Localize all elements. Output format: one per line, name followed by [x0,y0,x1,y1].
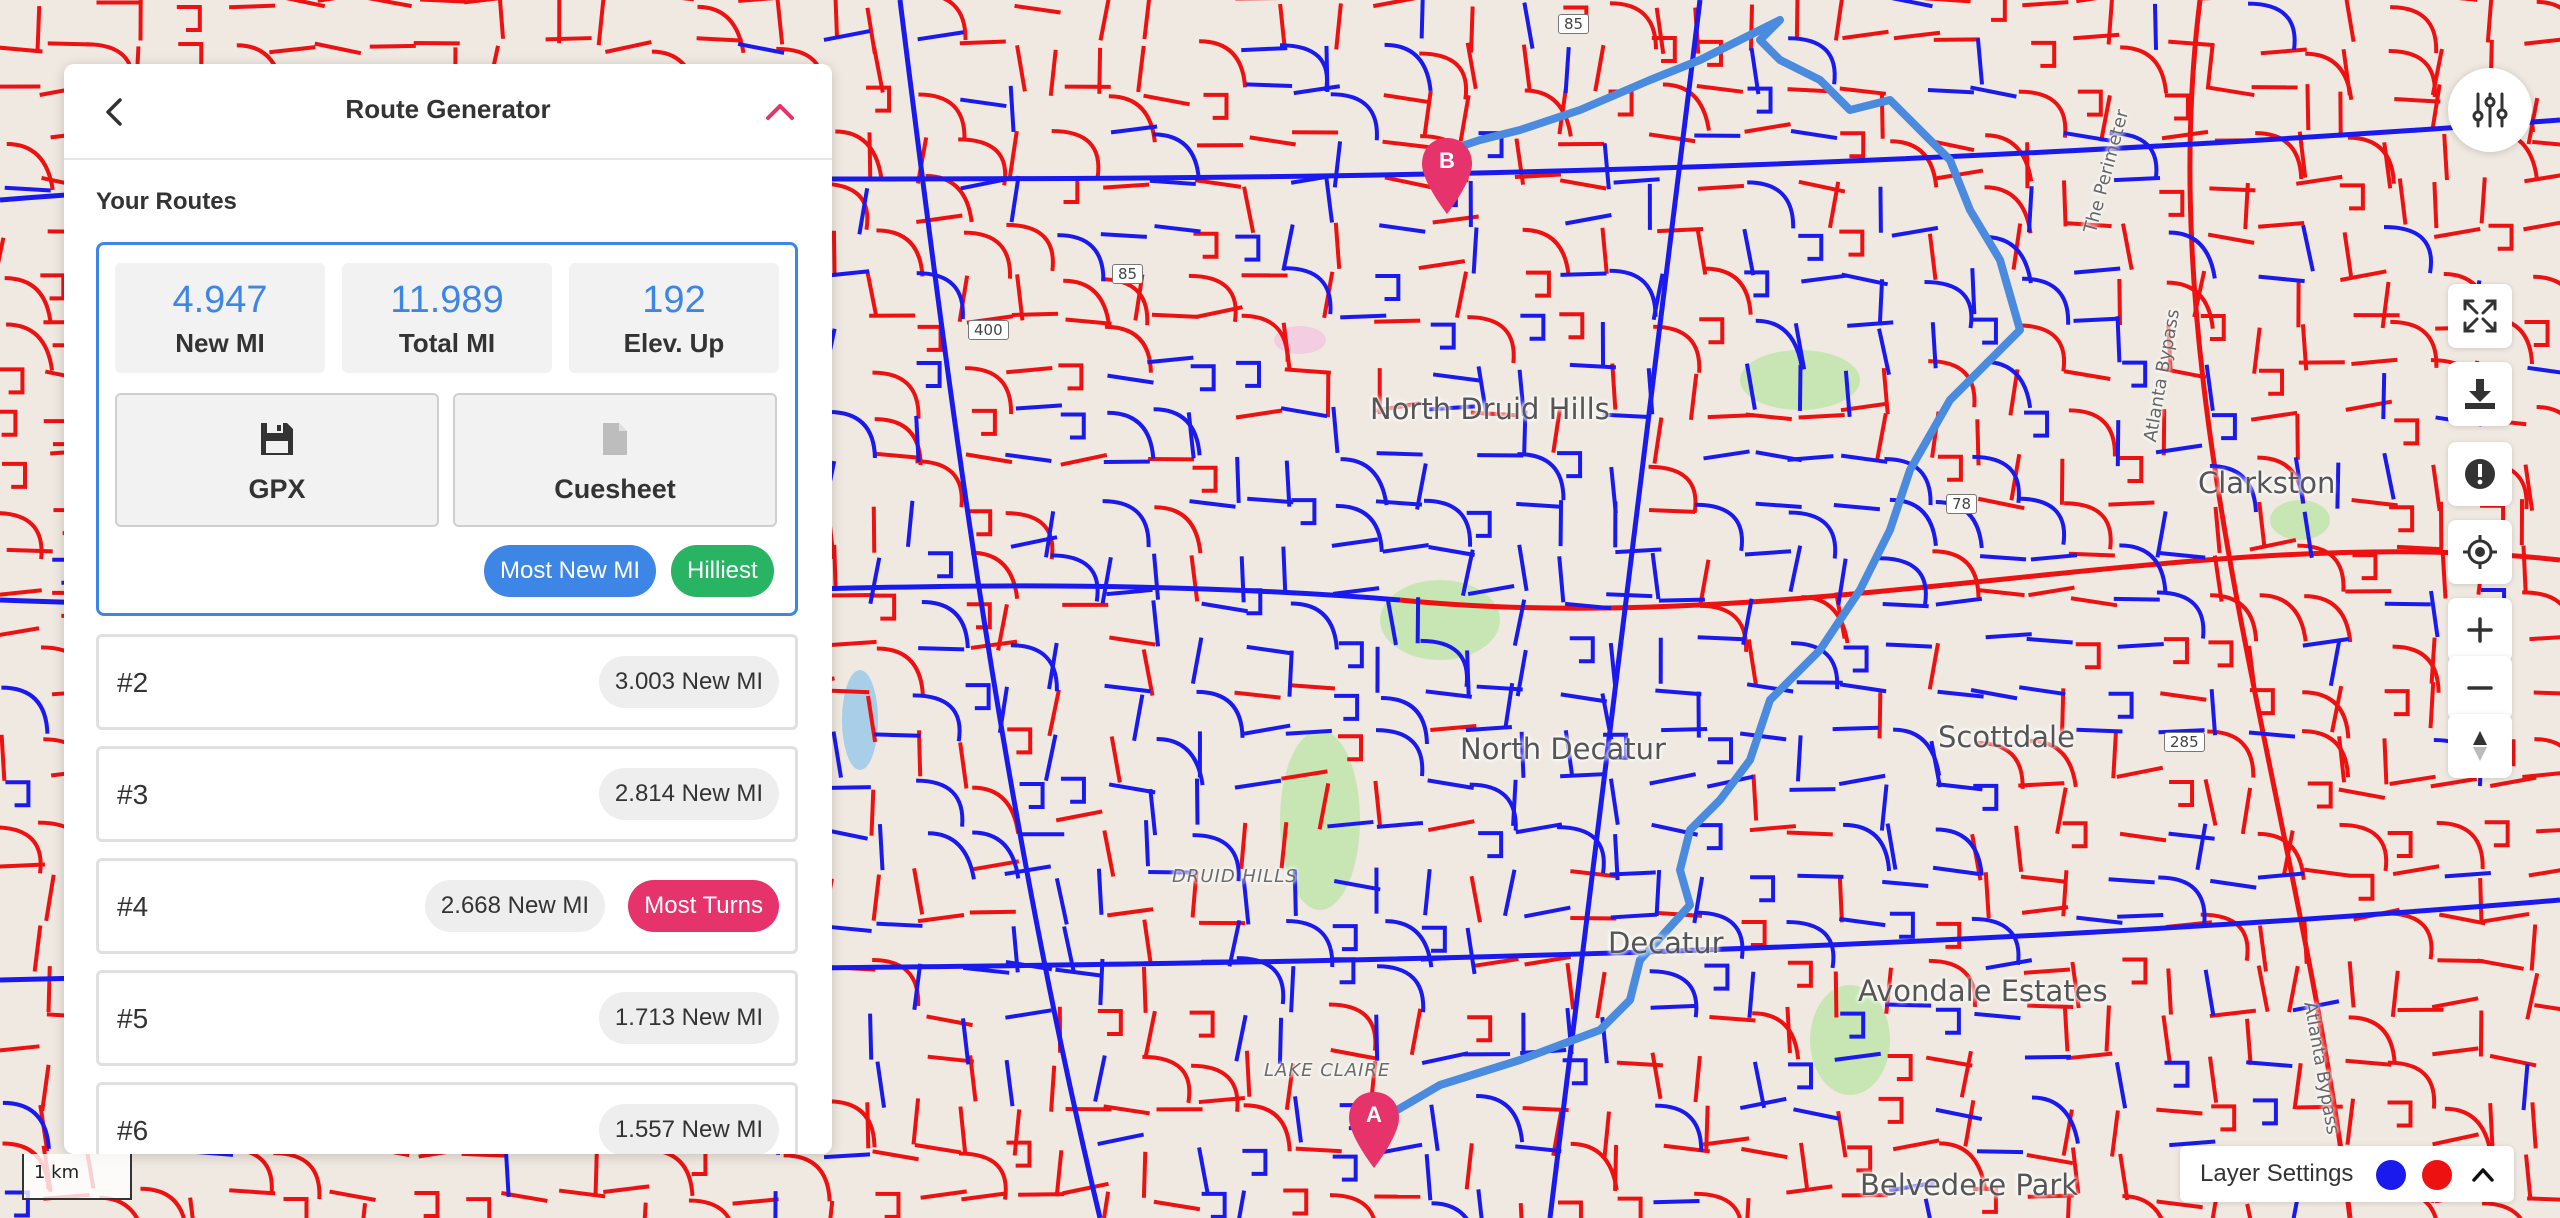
marker-a[interactable]: A [1345,1090,1403,1170]
tag-most-new-mi: Most New MI [484,545,657,597]
locate-icon [2463,535,2497,569]
selected-route-card[interactable]: 4.947 New MI 11.989 Total MI 192 Elev. U… [96,242,798,616]
route-number: #5 [117,1003,149,1034]
route-number: #4 [117,891,149,922]
route-number: #3 [117,779,149,810]
download-icon [2465,379,2495,409]
unvisited-layer-dot [2422,1160,2452,1190]
stat-value: 11.989 [390,279,504,321]
tag-hilliest: Hilliest [671,545,774,597]
stat-value: 4.947 [172,279,268,321]
stat-label: Total MI [398,328,496,358]
route-new-mi: 2.814 New MI [598,768,779,820]
alert-icon [2465,459,2495,489]
report-button[interactable] [2448,442,2512,506]
stat-label: Elev. Up [623,328,725,358]
route-number: #6 [117,1115,149,1146]
map-label-clarkston: Clarkston [2198,466,2336,500]
marker-b[interactable]: B [1418,136,1476,216]
routes-heading: Your Routes [96,188,237,215]
minus-icon [2467,686,2493,690]
zoom-in-button[interactable] [2448,598,2512,662]
stat-label: New MI [175,328,265,358]
route-number: #2 [117,667,149,698]
map-label-lake-claire: LAKE CLAIRE [1264,1060,1391,1081]
highway-shield: 85 [1112,264,1144,284]
cuesheet-button[interactable]: Cuesheet [453,393,777,527]
route-item-2[interactable]: #2 3.003 New MI [96,634,798,730]
scale-bar: 1 km [22,1154,132,1200]
stat-total-mi: 11.989 Total MI [342,263,552,373]
layer-settings-label: Layer Settings [2200,1160,2354,1187]
tag-most-turns: Most Turns [628,880,779,932]
stat-value: 192 [642,279,706,321]
panel-title: Route Generator [345,94,551,124]
gpx-button[interactable]: GPX [115,393,439,527]
chevron-up-icon [2472,1168,2494,1182]
map-label-avondale-estates: Avondale Estates [1858,974,2108,1008]
fullscreen-button[interactable] [2448,284,2512,348]
save-icon [261,423,293,455]
highway-shield: 85 [1558,14,1590,34]
stat-elev-up: 192 Elev. Up [569,263,779,373]
download-button[interactable] [2448,362,2512,426]
compass-icon [2473,731,2487,761]
chevron-up-icon [766,104,794,120]
compass-button[interactable] [2448,714,2512,778]
collapse-button[interactable] [760,92,800,132]
panel-header: Route Generator [64,64,832,160]
cuesheet-label: Cuesheet [554,474,676,504]
map-label-north-decatur: North Decatur [1460,732,1666,766]
map-settings-button[interactable] [2448,68,2532,152]
layer-settings-button[interactable]: Layer Settings [2180,1146,2514,1202]
map-label-decatur: Decatur [1608,926,1724,960]
route-item-6[interactable]: #6 1.557 New MI [96,1082,798,1154]
sliders-icon [2472,92,2508,128]
fullscreen-icon [2463,299,2497,333]
highway-shield: 285 [2164,732,2205,752]
route-item-4[interactable]: #4 2.668 New MI Most Turns [96,858,798,954]
highway-shield: 78 [1946,494,1978,514]
route-new-mi: 1.557 New MI [598,1104,779,1154]
zoom-out-button[interactable] [2448,656,2512,720]
plus-icon [2467,617,2493,643]
route-new-mi: 1.713 New MI [598,992,779,1044]
document-icon [603,423,627,455]
route-new-mi: 2.668 New MI [424,880,605,932]
route-item-5[interactable]: #5 1.713 New MI [96,970,798,1066]
gpx-label: GPX [248,474,306,504]
locate-button[interactable] [2448,520,2512,584]
stat-new-mi: 4.947 New MI [115,263,325,373]
map-label-north-druid-hills: North Druid Hills [1370,392,1610,426]
highway-shield: 400 [968,320,1009,340]
visited-layer-dot [2376,1160,2406,1190]
route-generator-panel: Route Generator Your Routes 4.947 New MI… [64,64,832,1154]
map-label-druid-hills: DRUID HILLS [1172,866,1298,887]
map-label-scottdale: Scottdale [1938,720,2075,754]
route-item-3[interactable]: #3 2.814 New MI [96,746,798,842]
route-new-mi: 3.003 New MI [598,656,779,708]
map-label-belvedere-park: Belvedere Park [1860,1168,2079,1202]
